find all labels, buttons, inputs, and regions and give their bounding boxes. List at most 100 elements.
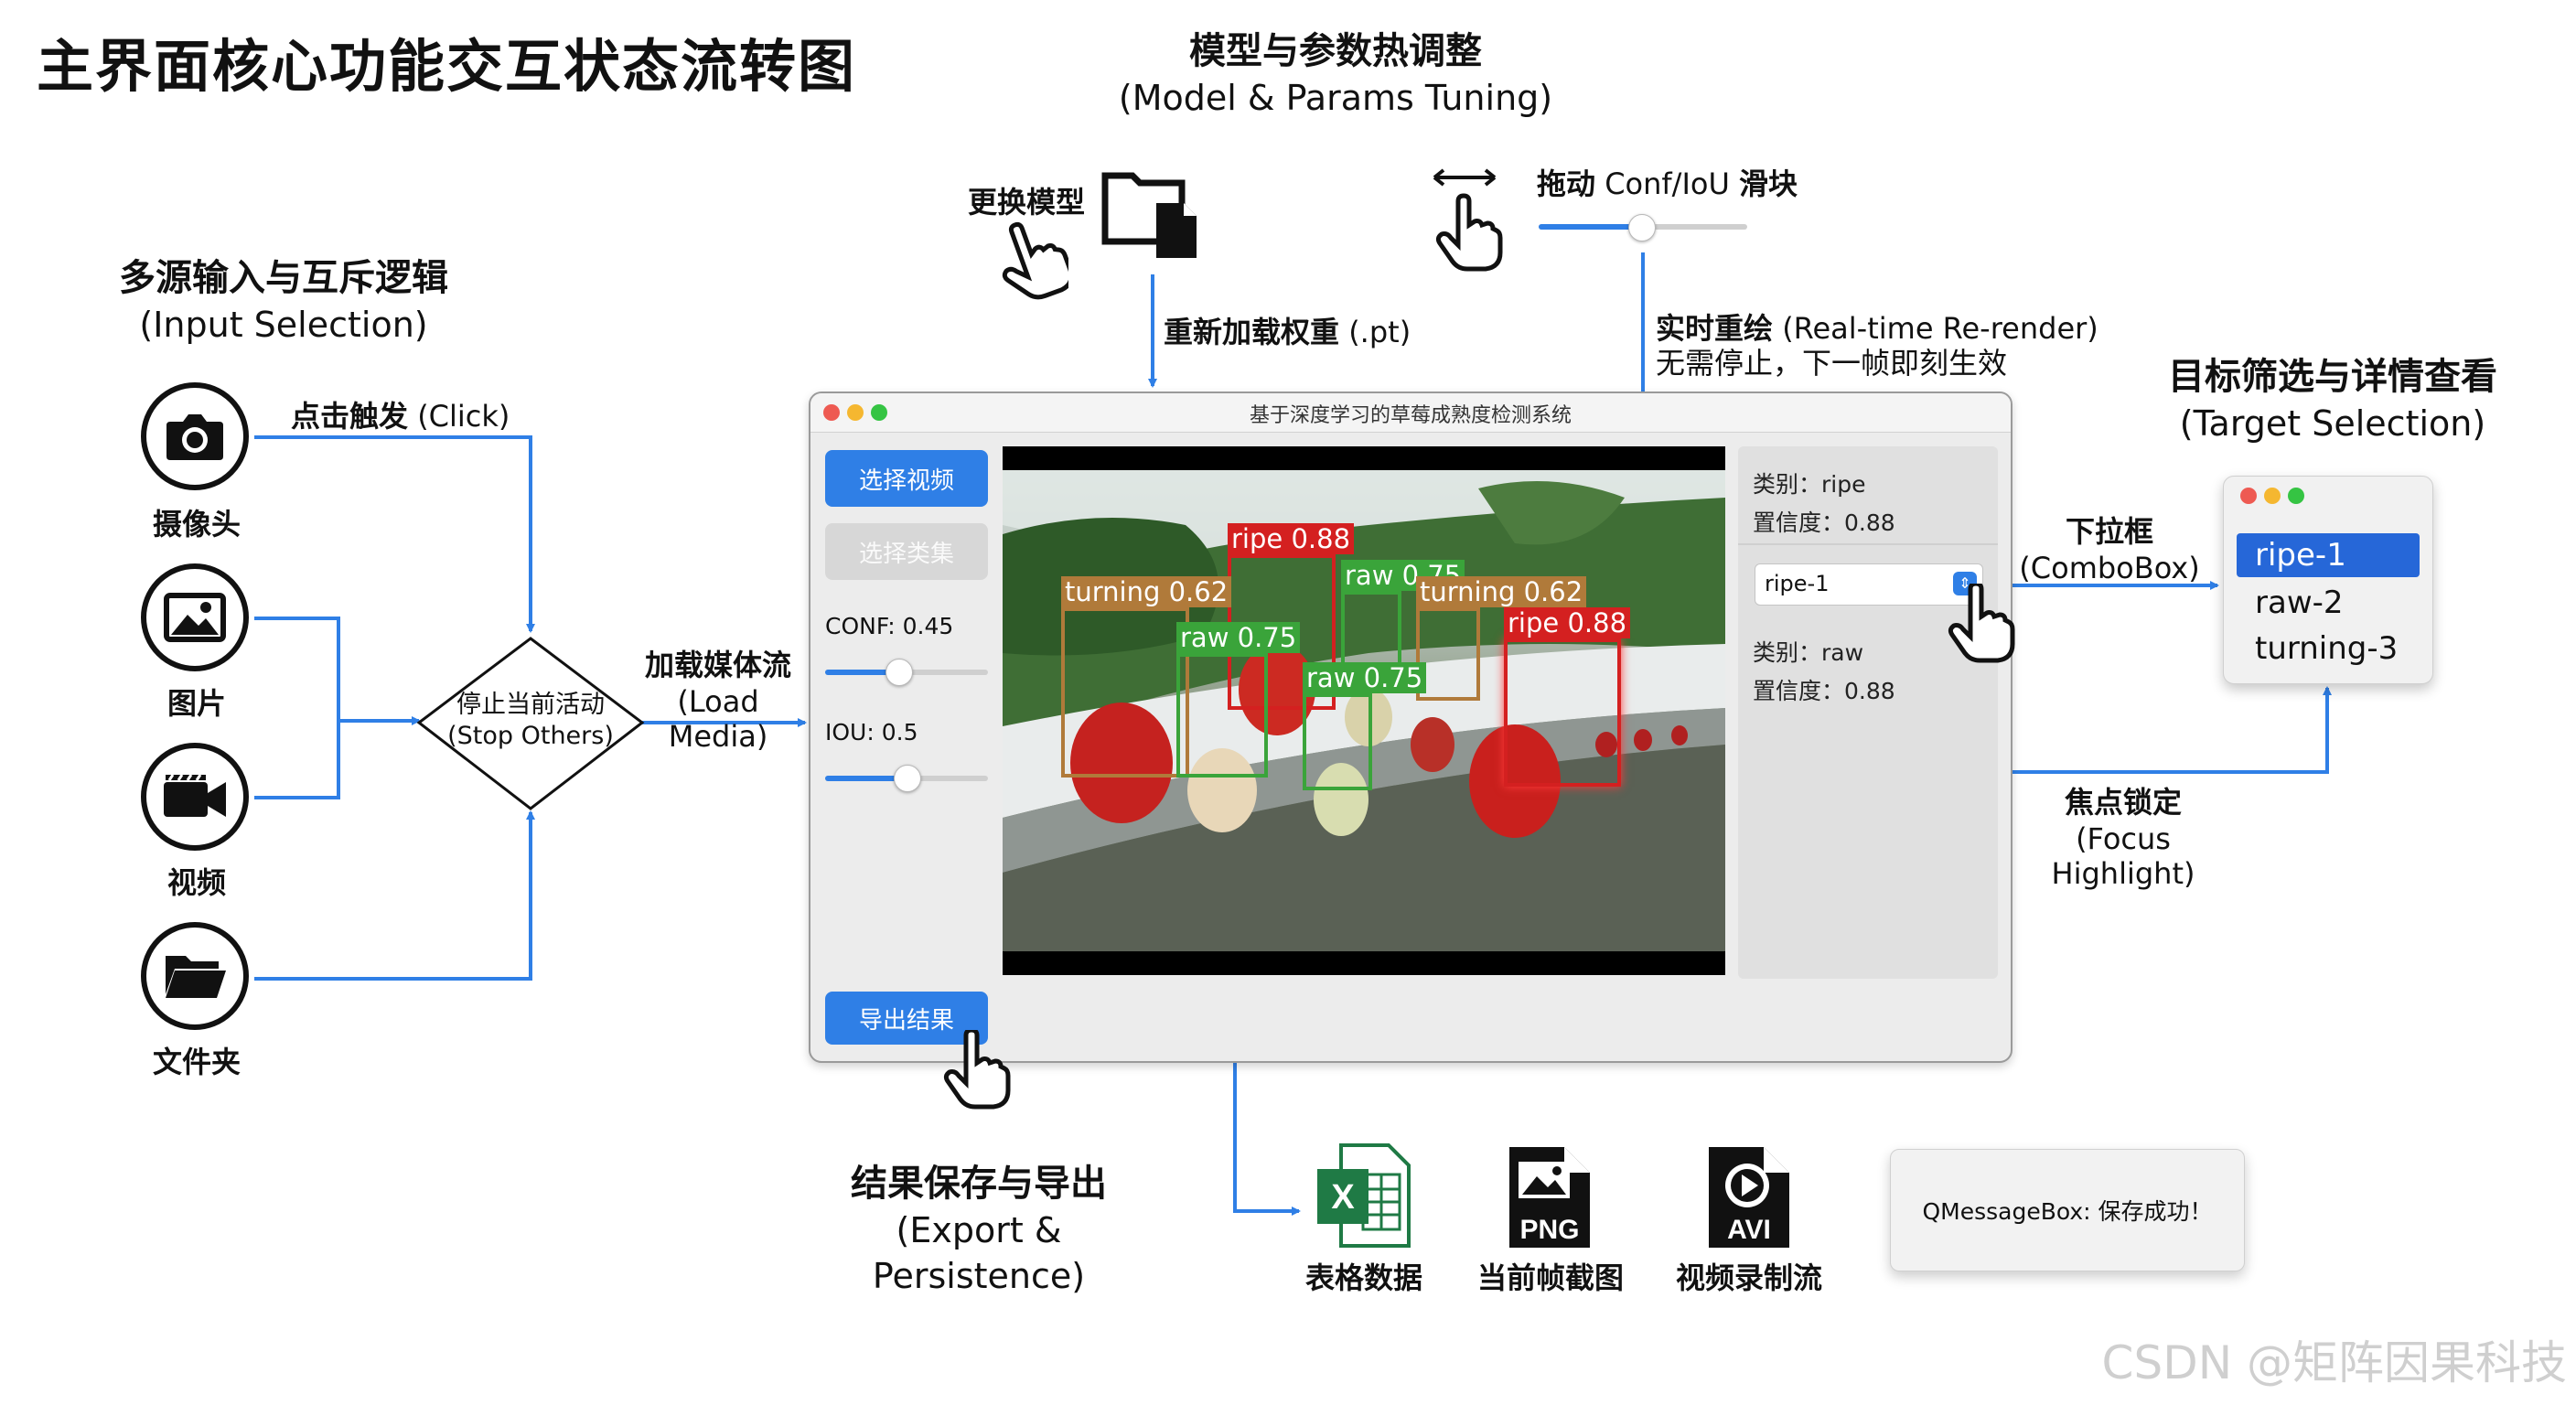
excel-badge: X: [1331, 1178, 1355, 1217]
focus-annotation-en: (Focus Highlight): [2051, 821, 2195, 891]
focus-annotation: 焦点锁定 (Focus Highlight): [2009, 779, 2238, 891]
watermark: CSDN @矩阵因果科技: [2101, 1336, 2567, 1389]
conf-slider-knob[interactable]: [886, 659, 914, 686]
detection-label: raw 0.75: [1303, 662, 1427, 693]
png-file-icon[interactable]: PNG: [1506, 1143, 1594, 1255]
details-panel: 类别：ripe 置信度：0.88 ripe-1 ⇕ 类别：raw 置信度：0.8…: [1738, 446, 1998, 979]
detail1-class: 类别：ripe: [1753, 471, 1866, 498]
export-section-subtitle: (Export & Persistence): [872, 1210, 1086, 1296]
input-section-subtitle: (Input Selection): [139, 305, 428, 345]
dropdown-item-turning-3[interactable]: turning-3: [2237, 627, 2420, 670]
export-arrow: [1233, 1063, 1301, 1216]
detail1-conf: 置信度：0.88: [1753, 509, 1895, 536]
avi-file-icon[interactable]: AVI: [1705, 1143, 1793, 1255]
image-icon[interactable]: [141, 563, 249, 671]
camera-label: 摄像头: [152, 507, 241, 542]
click-annotation: 点击触发 (Click): [291, 393, 510, 435]
model-section-heading: 模型与参数热调整 (Model & Params Tuning): [1043, 27, 1628, 121]
focused-detection-box[interactable]: [1504, 638, 1621, 787]
avi-badge: AVI: [1727, 1215, 1771, 1245]
iou-slider-knob[interactable]: [894, 765, 921, 792]
detection-box[interactable]: [1341, 591, 1401, 666]
target-section-subtitle: (Target Selection): [2179, 403, 2486, 444]
folder-icon[interactable]: [141, 922, 249, 1030]
drag-annotation-cn: 拖动: [1537, 166, 1596, 201]
dropdown-item-raw-2[interactable]: raw-2: [2237, 581, 2420, 625]
detection-box[interactable]: [1061, 607, 1189, 778]
decision-line2: (Stop Others): [447, 722, 614, 750]
png-badge: PNG: [1519, 1215, 1579, 1245]
drag-annotation-mid: Conf/IoU: [1605, 166, 1730, 201]
folder-label: 文件夹: [152, 1045, 241, 1079]
combobox-annotation-en: (ComboBox): [2019, 551, 2200, 585]
export-section-title: 结果保存与导出: [851, 1163, 1107, 1205]
click-annotation-en: (Click): [417, 399, 510, 434]
dropdown-window: ripe-1 raw-2 turning-3: [2223, 476, 2433, 684]
message-box: QMessageBox: 保存成功！: [1890, 1149, 2245, 1271]
camera-icon[interactable]: [141, 382, 249, 490]
conf-label: CONF: 0.45: [825, 613, 954, 639]
reload-weights-en: (.pt): [1348, 315, 1411, 349]
combobox-annotation-cn: 下拉框: [2065, 514, 2153, 549]
hand-pointer-icon: [995, 220, 1074, 306]
camera-connector: [254, 435, 535, 633]
video-icon[interactable]: [141, 743, 249, 851]
load-media-cn: 加载媒体流: [644, 648, 791, 682]
detail2-conf: 置信度：0.88: [1753, 678, 1895, 704]
close-dot[interactable]: [2240, 488, 2257, 504]
rerender-note: 无需停止，下一帧即刻生效: [1656, 346, 2008, 381]
combobox-hand-icon: [1943, 581, 2016, 675]
input-section-heading: 多源输入与互斥逻辑 (Input Selection): [82, 254, 485, 348]
detection-label: ripe 0.88: [1228, 523, 1355, 554]
detection-label: turning 0.62: [1061, 576, 1232, 607]
maximize-dot[interactable]: [2288, 488, 2304, 504]
target-section-heading: 目标筛选与详情查看 (Target Selection): [2131, 353, 2534, 446]
model-section-title: 模型与参数热调整: [1189, 30, 1482, 72]
drag-hand-icon: [1431, 165, 1504, 278]
target-section-title: 目标筛选与详情查看: [2168, 356, 2497, 398]
detection-label: raw 0.75: [1176, 622, 1301, 653]
minimize-dot[interactable]: [2264, 488, 2281, 504]
input-section-title: 多源输入与互斥逻辑: [119, 257, 448, 299]
export-hand-icon: [939, 1027, 1012, 1121]
detail2-class: 类别：raw: [1753, 639, 1864, 666]
combobox-annotation: 下拉框 (ComboBox): [2018, 509, 2201, 585]
model-section-subtitle: (Model & Params Tuning): [1118, 78, 1553, 118]
export-table-label: 表格数据: [1304, 1260, 1422, 1295]
detection-box[interactable]: [1176, 653, 1268, 778]
focus-annotation-cn: 焦点锁定: [2064, 785, 2182, 820]
message-box-text: QMessageBox: 保存成功！: [1922, 1198, 2213, 1225]
decision-label: 停止当前活动 (Stop Others): [437, 690, 624, 752]
video-frame: ripe 0.88 raw 0.75 turning 0.62 raw 0.75…: [1003, 446, 1725, 975]
detection-label: turning 0.62: [1416, 576, 1587, 607]
app-window: 基于深度学习的草莓成熟度检测系统 选择视频 选择类集 CONF: 0.45 IO…: [809, 391, 2012, 1063]
load-media-annotation: 加载媒体流 (Load Media): [631, 642, 805, 754]
reload-weights-cn: 重新加载权重: [1164, 315, 1340, 349]
folder-connector: [254, 810, 535, 981]
drag-slider-annotation: 拖动 Conf/IoU 滑块: [1537, 161, 1798, 203]
decision-line1: 停止当前活动: [456, 691, 605, 719]
detection-box[interactable]: [1303, 693, 1372, 790]
export-screenshot-label: 当前帧截图: [1476, 1260, 1624, 1295]
select-video-button[interactable]: 选择视频: [825, 450, 988, 507]
model-file-icon[interactable]: [1101, 168, 1204, 263]
demo-slider-knob[interactable]: [1628, 214, 1656, 241]
reload-weights-annotation: 重新加载权重 (.pt): [1164, 309, 1411, 351]
excel-file-icon[interactable]: X: [1314, 1142, 1414, 1253]
window-titlebar: 基于深度学习的草莓成熟度检测系统: [810, 393, 2011, 433]
divider: [1738, 543, 1998, 545]
drag-annotation-end: 滑块: [1739, 166, 1798, 201]
click-annotation-cn: 点击触发: [291, 399, 409, 434]
select-folder-button[interactable]: 选择类集: [825, 523, 988, 580]
iou-label: IOU: 0.5: [825, 719, 918, 745]
image-label: 图片: [166, 686, 226, 721]
export-section-heading: 结果保存与导出 (Export & Persistence): [787, 1160, 1171, 1299]
window-title: 基于深度学习的草莓成熟度检测系统: [1249, 404, 1572, 427]
dropdown-item-ripe-1[interactable]: ripe-1: [2237, 533, 2420, 577]
load-media-en: (Load Media): [668, 684, 768, 754]
change-model-label: 更换模型: [968, 185, 1086, 220]
demo-slider-fill: [1539, 224, 1641, 230]
video-label: 视频: [166, 865, 226, 900]
combobox-value: ripe-1: [1765, 571, 1830, 596]
detection-label: ripe 0.88: [1504, 607, 1631, 638]
